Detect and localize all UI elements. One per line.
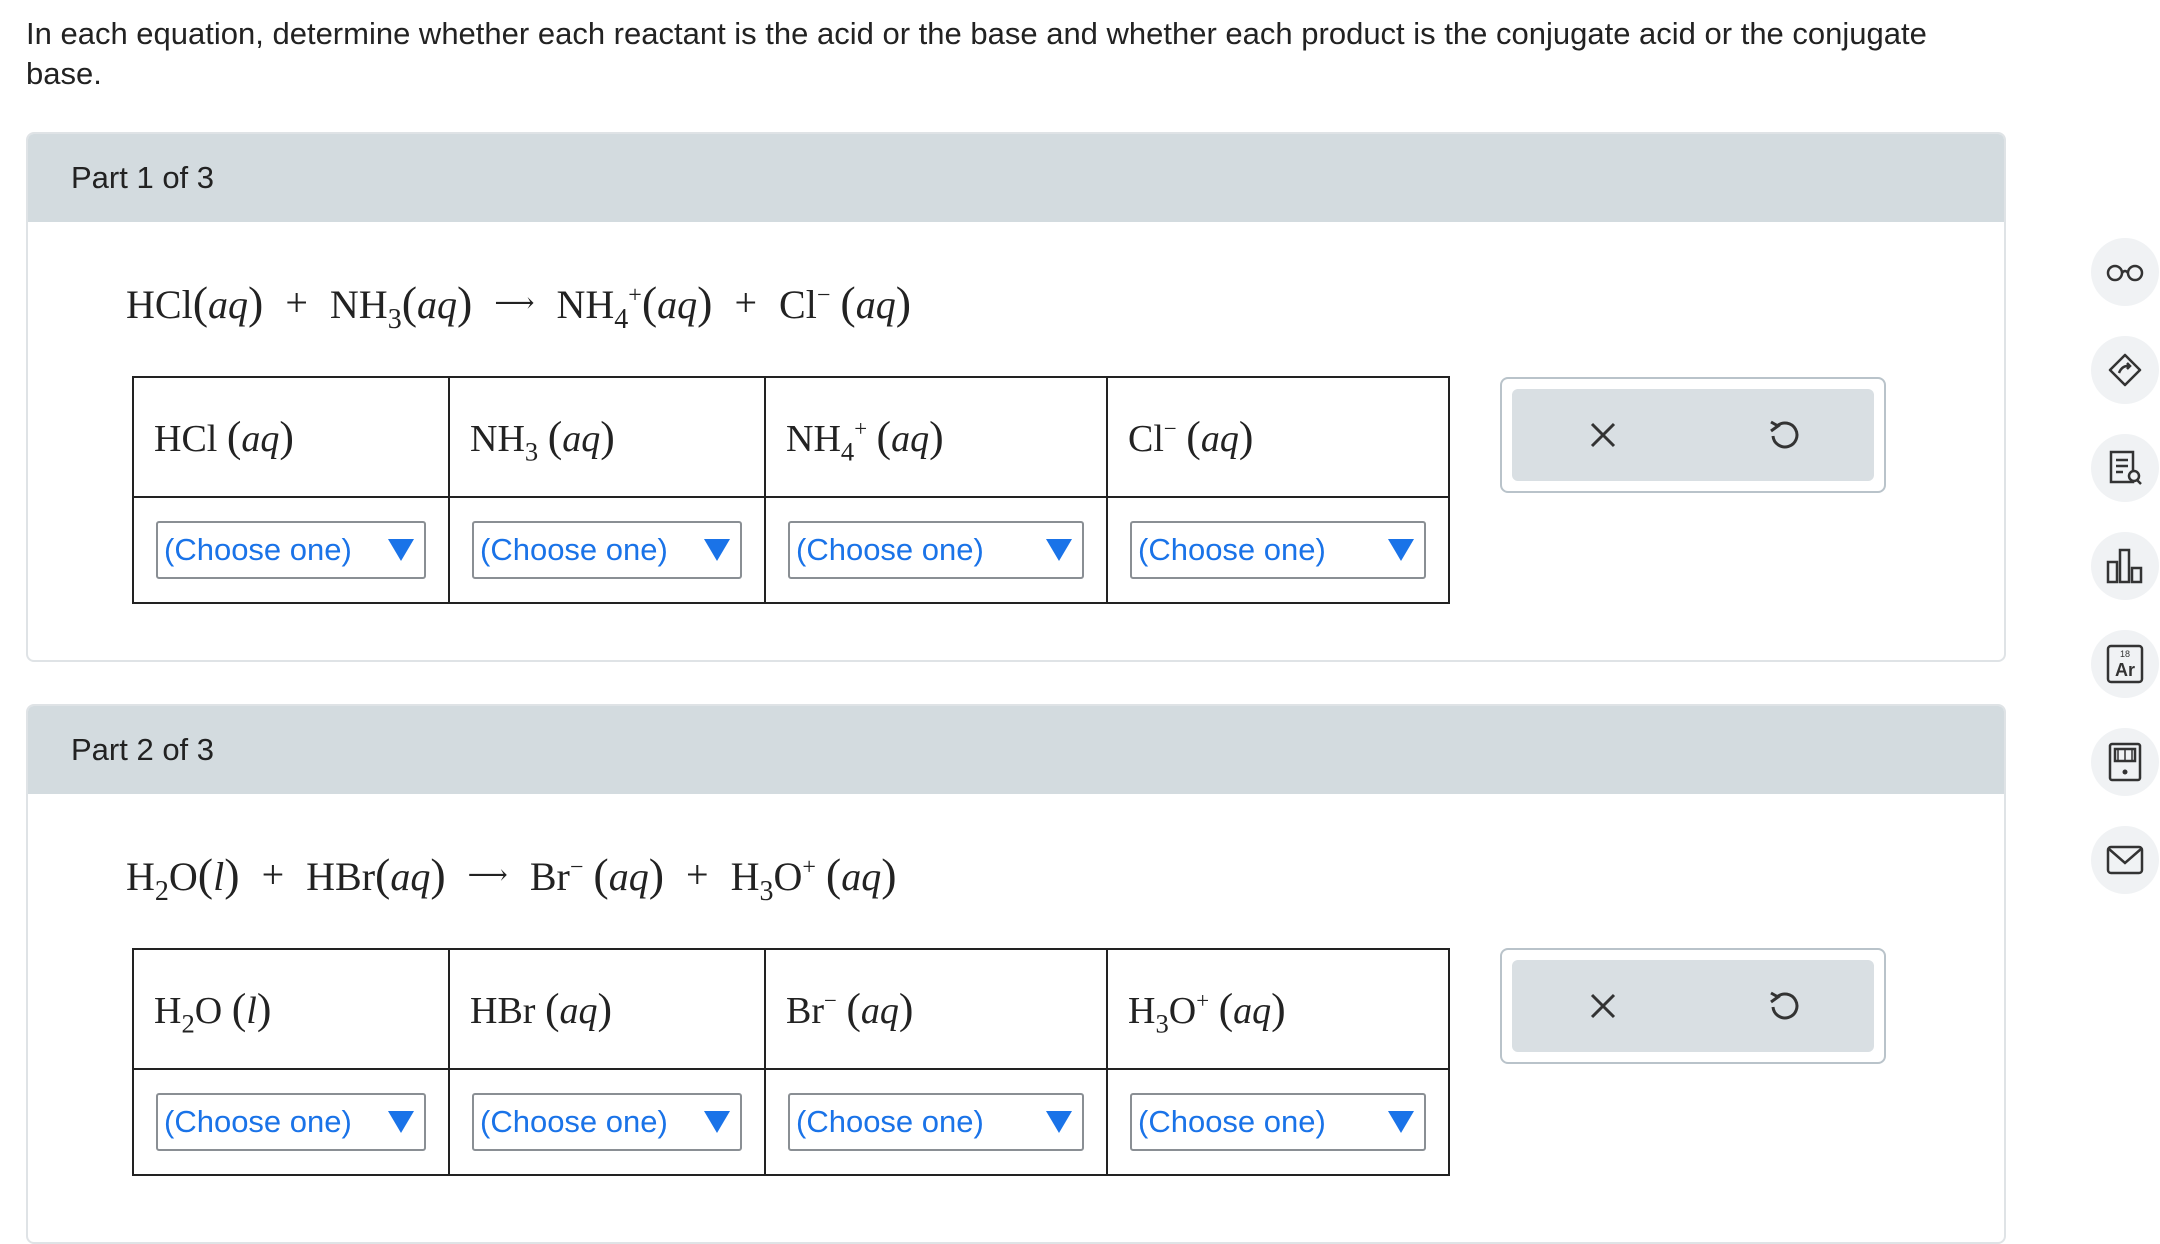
select-cell: (Choose one): [448, 496, 766, 604]
plus-sign: +: [285, 280, 308, 325]
periodic-table-button[interactable]: 18 Ar: [2091, 630, 2159, 698]
close-icon: [1590, 422, 1615, 448]
species-cell-hcl: HCl (aq): [132, 376, 450, 498]
chart-icon: [2106, 548, 2143, 584]
species-cell-br: Br− (aq): [764, 948, 1108, 1070]
select-cell: (Choose one): [132, 496, 450, 604]
species-cell-h2o: H2O (l): [132, 948, 450, 1070]
role-dropdown-hcl[interactable]: (Choose one): [156, 521, 426, 579]
dropdown-value: (Choose one): [796, 532, 984, 567]
data-tool-button[interactable]: [2091, 532, 2159, 600]
periodic-icon-number: 18: [2120, 649, 2130, 659]
equation-term-nh3: NH3(aq): [329, 277, 473, 335]
species-cell-cl: Cl− (aq): [1106, 376, 1450, 498]
role-dropdown-cl[interactable]: (Choose one): [1130, 521, 1426, 579]
species-cell-nh4: NH4+ (aq): [764, 376, 1108, 498]
role-dropdown-h3o[interactable]: (Choose one): [1130, 1093, 1426, 1151]
dropdown-value: (Choose one): [1138, 1104, 1326, 1139]
undo-icon: [1769, 991, 1798, 1020]
role-dropdown-h2o[interactable]: (Choose one): [156, 1093, 426, 1151]
role-dropdown-br[interactable]: (Choose one): [788, 1093, 1084, 1151]
equation-term-cl: Cl− (aq): [779, 277, 912, 328]
caret-down-icon: [704, 539, 730, 561]
species-cell-h3o: H3O+ (aq): [1106, 948, 1450, 1070]
select-cell: (Choose one): [1106, 496, 1450, 604]
species-table-part-1: HCl (aq) NH3 (aq) NH4+ (aq) Cl− (aq) (Ch…: [132, 376, 1450, 604]
equation-part-1: HCl(aq) + NH3(aq) ⟶ NH4+(aq) + Cl− (aq): [126, 276, 912, 335]
clear-button[interactable]: [1573, 976, 1633, 1036]
equation-term-br: Br− (aq): [529, 849, 665, 900]
caret-down-icon: [1388, 1111, 1414, 1133]
calculator-tool-button[interactable]: [2091, 728, 2159, 796]
species-cell-nh3: NH3 (aq): [448, 376, 766, 498]
plus-sign: +: [261, 852, 285, 897]
species-table-part-2: H2O (l) HBr (aq) Br− (aq) H3O+ (aq) (Cho…: [132, 948, 1450, 1176]
answer-actions-part-2: [1500, 948, 1886, 1064]
close-icon: [1590, 993, 1615, 1019]
dropdown-value: (Choose one): [1138, 532, 1326, 567]
select-cell: (Choose one): [764, 496, 1108, 604]
equation-term-h3o: H3O+ (aq): [730, 849, 897, 907]
select-cell: (Choose one): [1106, 1068, 1450, 1176]
equation-term-hcl: HCl(aq): [126, 277, 264, 328]
equation-term-nh4: NH4+(aq): [556, 277, 713, 335]
species-cell-hbr: HBr (aq): [448, 948, 766, 1070]
part-1-header: Part 1 of 3: [28, 134, 2004, 222]
hint-tool-button[interactable]: [2091, 336, 2159, 404]
plus-sign: +: [686, 852, 709, 897]
notes-tool-button[interactable]: [2091, 434, 2159, 502]
equation-term-hbr: HBr(aq): [306, 849, 446, 900]
caret-down-icon: [704, 1111, 730, 1133]
glasses-icon: [2106, 264, 2144, 282]
equation-term-h2o: H2O(l): [126, 849, 240, 907]
instructions: In each equation, determine whether each…: [26, 16, 1927, 91]
caret-down-icon: [388, 539, 414, 561]
clear-button[interactable]: [1573, 405, 1633, 465]
caret-down-icon: [1046, 539, 1072, 561]
action-bar: [1512, 960, 1874, 1052]
role-dropdown-nh4[interactable]: (Choose one): [788, 521, 1084, 579]
select-cell: (Choose one): [764, 1068, 1108, 1176]
role-dropdown-nh3[interactable]: (Choose one): [472, 521, 742, 579]
undo-button[interactable]: [1754, 976, 1814, 1036]
dropdown-value: (Choose one): [796, 1104, 984, 1139]
answer-actions-part-1: [1500, 377, 1886, 493]
dropdown-value: (Choose one): [164, 1104, 352, 1139]
mail-icon: [2106, 845, 2144, 875]
periodic-icon-symbol: Ar: [2115, 660, 2135, 680]
tag-icon: [2108, 353, 2142, 387]
action-bar: [1512, 389, 1874, 481]
periodic-table-icon: 18 Ar: [2106, 644, 2144, 684]
notes-icon: [2109, 450, 2142, 485]
message-tool-button[interactable]: [2091, 826, 2159, 894]
part-2-header: Part 2 of 3: [28, 706, 2004, 794]
select-cell: (Choose one): [448, 1068, 766, 1176]
equation-part-2: H2O(l) + HBr(aq) ⟶ Br− (aq) + H3O+ (aq): [126, 848, 897, 907]
caret-down-icon: [388, 1111, 414, 1133]
caret-down-icon: [1046, 1111, 1072, 1133]
reaction-arrow-icon: ⟶: [467, 859, 508, 891]
undo-button[interactable]: [1754, 405, 1814, 465]
reader-tool-button[interactable]: [2091, 238, 2159, 306]
reaction-arrow-icon: ⟶: [494, 287, 535, 319]
undo-icon: [1769, 420, 1798, 449]
plus-sign: +: [734, 280, 758, 325]
select-cell: (Choose one): [132, 1068, 450, 1176]
role-dropdown-hbr[interactable]: (Choose one): [472, 1093, 742, 1151]
caret-down-icon: [1388, 539, 1414, 561]
dropdown-value: (Choose one): [480, 532, 668, 567]
calculator-icon: [2108, 742, 2142, 782]
dropdown-value: (Choose one): [480, 1104, 668, 1139]
dropdown-value: (Choose one): [164, 532, 352, 567]
